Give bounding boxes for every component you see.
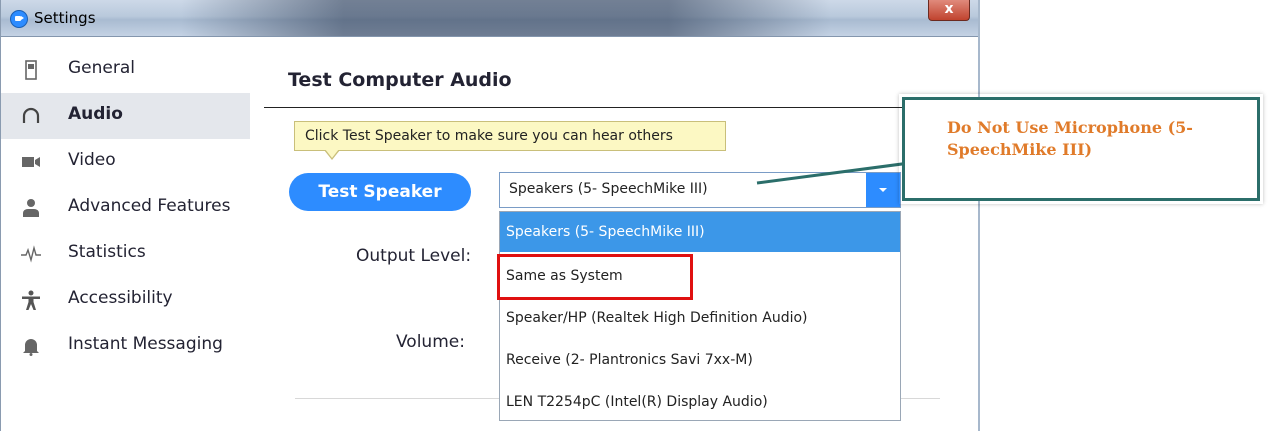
title-divider — [264, 107, 904, 108]
bell-icon — [23, 339, 39, 356]
sidebar-item-instant-messaging[interactable]: Instant Messaging — [1, 323, 250, 369]
red-highlight-box — [497, 254, 693, 300]
zoom-app-icon — [10, 10, 28, 28]
dropdown-option-len-display-audio[interactable]: LEN T2254pC (Intel(R) Display Audio) — [500, 382, 900, 422]
sidebar-item-label: Statistics — [68, 242, 146, 262]
dropdown-option-speaker-hp-realtek[interactable]: Speaker/HP (Realtek High Definition Audi… — [500, 298, 900, 338]
sidebar-item-video[interactable]: Video — [1, 139, 250, 185]
callout-line-1: Do Not Use Microphone (5- — [947, 118, 1193, 137]
title-bar: Settings x — [1, 0, 978, 37]
tooltip-tail-fill — [325, 149, 339, 158]
person-icon — [23, 199, 39, 217]
volume-label: Volume: — [396, 332, 465, 352]
accessibility-icon — [22, 290, 40, 310]
sidebar: General Audio Video Advanced Features St… — [1, 47, 250, 369]
callout-annotation: Do Not Use Microphone (5- SpeechMike III… — [902, 97, 1260, 201]
page-title: Test Computer Audio — [288, 69, 512, 91]
tooltip: Click Test Speaker to make sure you can … — [294, 121, 726, 151]
sidebar-item-label: Audio — [68, 104, 123, 124]
dropdown-toggle[interactable] — [866, 173, 900, 207]
sidebar-item-advanced-features[interactable]: Advanced Features — [1, 185, 250, 231]
chevron-down-icon — [879, 188, 887, 192]
sidebar-item-label: Accessibility — [68, 288, 173, 308]
callout-line-2: SpeechMike III) — [947, 140, 1093, 159]
sidebar-item-general[interactable]: General — [1, 47, 250, 93]
speaker-select[interactable]: Speakers (5- SpeechMike III) — [499, 172, 901, 208]
dropdown-option-receive-plantronics[interactable]: Receive (2- Plantronics Savi 7xx-M) — [500, 340, 900, 380]
dropdown-option-speakers-speechmike[interactable]: Speakers (5- SpeechMike III) — [500, 212, 900, 252]
sidebar-item-label: Advanced Features — [68, 196, 231, 216]
sidebar-item-label: Instant Messaging — [68, 334, 223, 354]
speaker-select-value: Speakers (5- SpeechMike III) — [509, 181, 708, 197]
sidebar-item-audio[interactable]: Audio — [1, 93, 250, 139]
sidebar-item-label: General — [68, 58, 135, 78]
sidebar-item-statistics[interactable]: Statistics — [1, 231, 250, 277]
sidebar-item-accessibility[interactable]: Accessibility — [1, 277, 250, 323]
test-speaker-button[interactable]: Test Speaker — [289, 173, 471, 211]
speaker-dropdown-list: Speakers (5- SpeechMike III) Same as Sys… — [499, 211, 901, 421]
callout-text: Do Not Use Microphone (5- SpeechMike III… — [947, 117, 1247, 161]
close-button[interactable]: x — [928, 0, 970, 21]
title-bar-decoration — [181, 0, 831, 36]
video-camera-icon — [22, 157, 40, 167]
pulse-icon — [21, 245, 41, 263]
window-title: Settings — [34, 9, 96, 27]
headphones-icon — [22, 107, 40, 123]
output-level-label: Output Level: — [356, 246, 472, 266]
sidebar-item-label: Video — [68, 150, 116, 170]
general-icon — [25, 60, 37, 80]
